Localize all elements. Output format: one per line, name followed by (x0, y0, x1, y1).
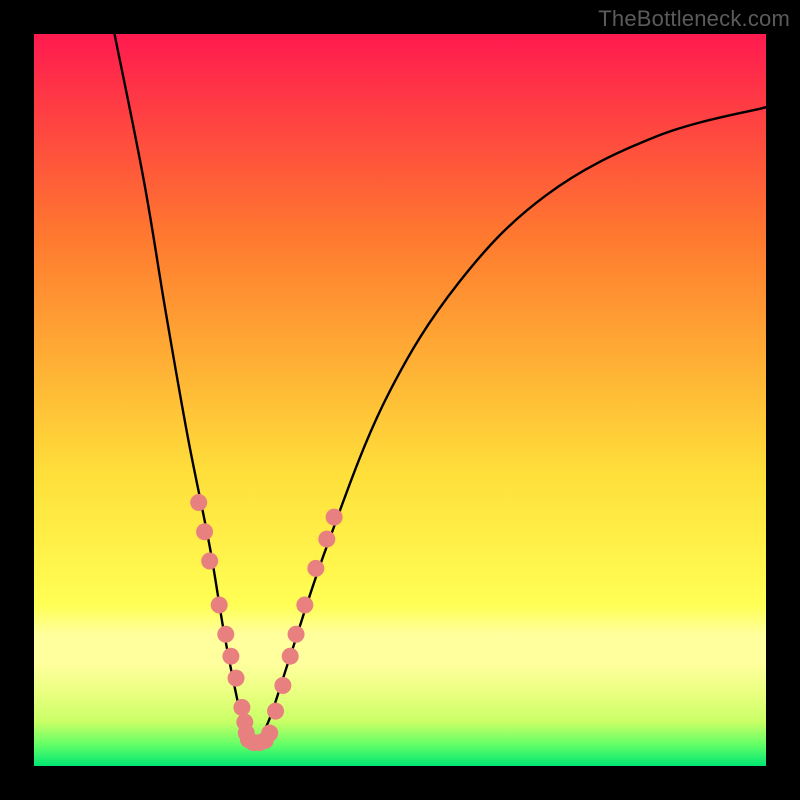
plot-area (34, 34, 766, 766)
right-curve (254, 107, 766, 744)
data-marker (222, 648, 239, 665)
data-marker (326, 509, 343, 526)
data-marker (307, 560, 324, 577)
data-marker (228, 670, 245, 687)
data-marker (201, 553, 218, 570)
data-marker (296, 596, 313, 613)
curves-layer (34, 34, 766, 766)
data-marker (217, 626, 234, 643)
data-marker (274, 677, 291, 694)
data-marker (288, 626, 305, 643)
data-marker (261, 725, 278, 742)
data-marker (196, 523, 213, 540)
data-marker (282, 648, 299, 665)
data-marker (211, 596, 228, 613)
data-marker (318, 531, 335, 548)
chart-frame: TheBottleneck.com (0, 0, 800, 800)
watermark-text: TheBottleneck.com (598, 6, 790, 32)
data-marker (233, 699, 250, 716)
data-marker (190, 494, 207, 511)
data-marker (267, 703, 284, 720)
